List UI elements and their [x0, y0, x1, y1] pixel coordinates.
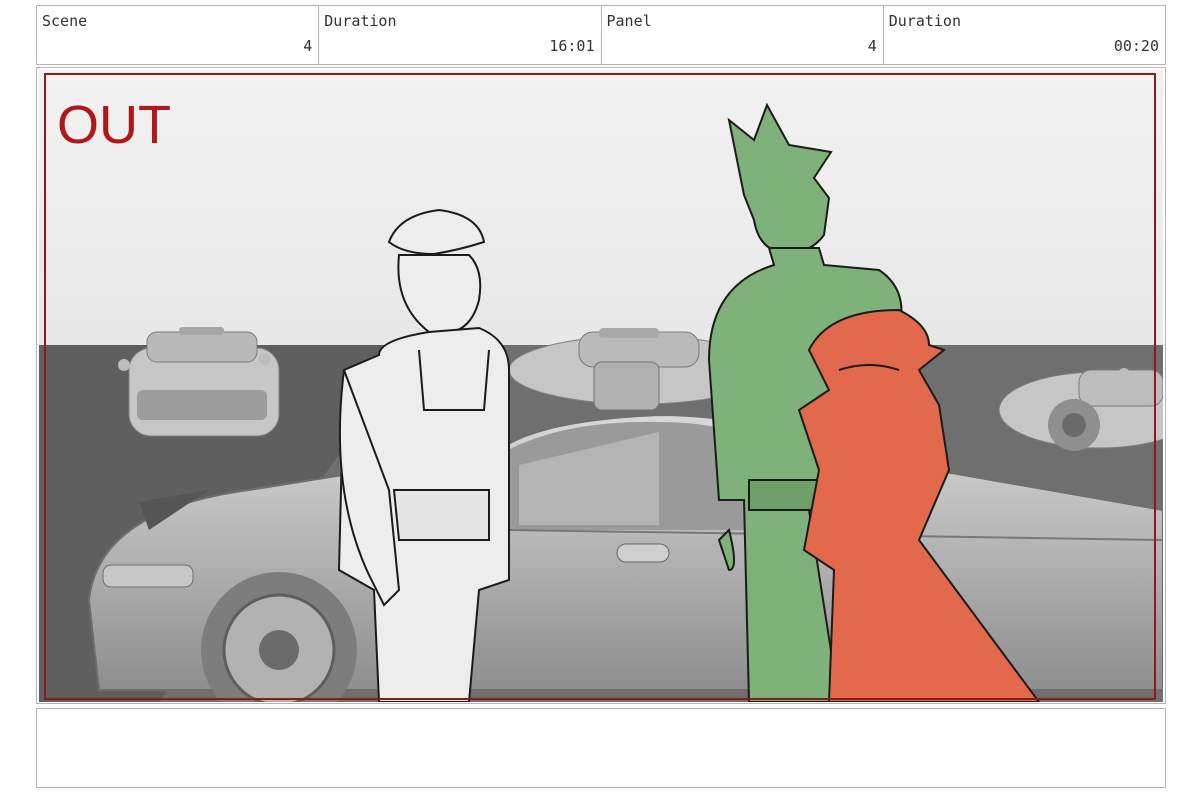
- scene-cell: Scene 4: [37, 6, 320, 64]
- scene-value[interactable]: 4: [303, 37, 312, 55]
- scene-duration-cell: Duration 16:01: [319, 6, 602, 64]
- panel-duration-cell: Duration 00:20: [884, 6, 1165, 64]
- panel-info-header: Scene 4 Duration 16:01 Panel 4 Duration …: [36, 5, 1166, 65]
- scene-label: Scene: [42, 12, 88, 30]
- panel-cell: Panel 4: [602, 6, 884, 64]
- panel-duration-value[interactable]: 00:20: [1114, 37, 1159, 55]
- panel-value[interactable]: 4: [868, 37, 877, 55]
- panel-notes-box[interactable]: [36, 708, 1166, 788]
- scene-duration-label: Duration: [324, 12, 397, 30]
- panel-duration-label: Duration: [888, 12, 961, 30]
- panel-label: Panel: [606, 12, 652, 30]
- scene-duration-value[interactable]: 16:01: [549, 37, 594, 55]
- storyboard-panel-image[interactable]: OUT: [39, 70, 1163, 702]
- out-label: OUT: [57, 95, 171, 155]
